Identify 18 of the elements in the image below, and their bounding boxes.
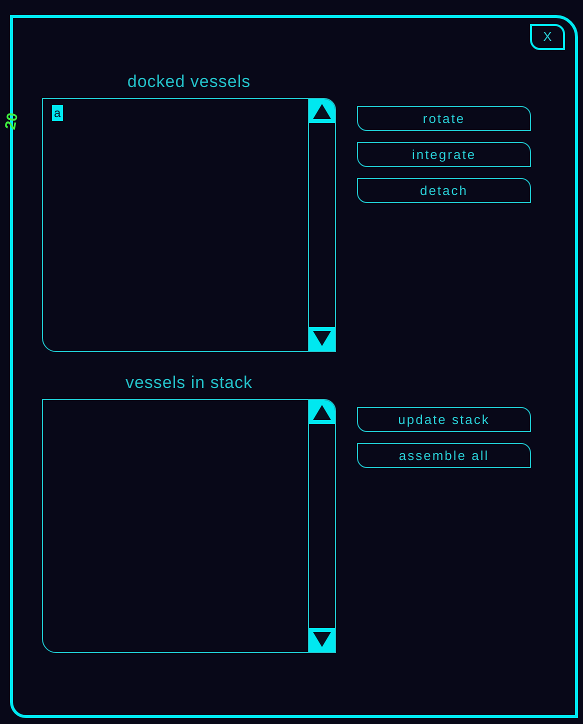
vessel-list[interactable]	[42, 399, 336, 653]
action-button[interactable]: detach	[357, 178, 531, 203]
hud-label: 20	[2, 112, 22, 131]
action-button[interactable]: integrate	[357, 142, 531, 167]
section-title: vessels in stack	[125, 373, 253, 394]
scroll-down-icon[interactable]	[309, 327, 335, 351]
action-button[interactable]: rotate	[357, 106, 531, 131]
section-title: docked vessels	[127, 72, 251, 93]
scroll-up-icon[interactable]	[309, 400, 335, 424]
action-button[interactable]: assemble all	[357, 443, 531, 468]
vessel-list[interactable]: a	[42, 98, 336, 352]
scroll-up-icon[interactable]	[309, 99, 335, 123]
scrollbar[interactable]	[308, 99, 335, 351]
action-button[interactable]: update stack	[357, 407, 531, 432]
list-item[interactable]: a	[52, 105, 63, 121]
scrollbar[interactable]	[308, 400, 335, 652]
scroll-down-icon[interactable]	[309, 628, 335, 652]
close-button[interactable]: X	[530, 24, 565, 50]
